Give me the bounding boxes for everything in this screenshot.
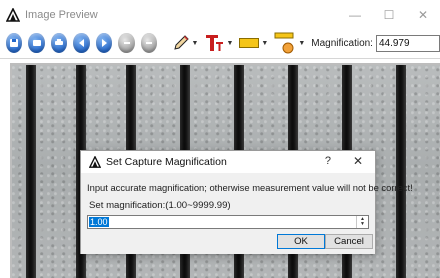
help-button[interactable]: ? [325,155,331,167]
dialog-title: Set Capture Magnification [106,156,227,168]
window-title: Image Preview [25,9,98,21]
chevron-down-icon: ▼ [191,39,199,47]
image-stripe [26,65,36,278]
set-magnification-dialog: Set Capture Magnification ? ✕ Input accu… [80,150,413,254]
spin-arrows[interactable]: ▲ ▼ [356,216,368,228]
app-logo-icon [6,8,20,22]
color-tool[interactable]: ▼ [239,36,268,50]
magnification-input[interactable] [375,34,440,52]
redo-icon [146,42,153,44]
ok-button[interactable]: OK [277,234,325,249]
cancel-button[interactable]: Cancel [325,234,373,249]
magnification-spinbox[interactable]: 1.00 ▲ ▼ [87,215,369,229]
chevron-down-icon: ▼ [226,39,234,47]
pencil-tool[interactable]: ▼ [172,34,199,52]
close-window-button[interactable]: ✕ [406,0,440,30]
dialog-close-button[interactable]: ✕ [353,154,363,168]
chevron-down-icon: ▼ [298,39,306,47]
magnification-field-label: Set magnification:(1.00~9999.99) [89,200,231,211]
open-icon [32,40,41,46]
title-bar: Image Preview — ☐ ✕ [0,0,440,30]
chevron-down-icon: ▼ [261,39,269,47]
print-button[interactable] [50,33,68,53]
text-size-icon [206,35,224,51]
forward-icon [102,39,108,47]
pencil-icon [173,35,189,50]
print-icon [55,39,64,45]
save-button[interactable] [6,33,23,53]
save-icon [10,39,19,47]
open-button[interactable] [28,33,45,53]
measure-tool[interactable]: ▼ [274,32,305,54]
back-button[interactable] [73,33,90,53]
text-tool[interactable]: ▼ [204,33,233,53]
dialog-message: Input accurate magnification; otherwise … [87,182,413,193]
dialog-title-bar: Set Capture Magnification ? ✕ [81,151,375,173]
ruler-icon [274,32,294,54]
image-stripe [396,65,406,278]
toolbar: ▼ ▼ ▼ ▼ Magnification: [0,30,440,56]
redo-button[interactable] [140,33,158,53]
app-logo-icon [89,156,101,168]
minimize-button[interactable]: — [338,0,372,30]
color-swatch-icon [239,38,260,48]
undo-button[interactable] [118,33,135,53]
spin-down-icon[interactable]: ▼ [360,222,365,227]
back-icon [78,39,84,47]
magnification-field-value[interactable]: 1.00 [89,217,109,227]
maximize-button[interactable]: ☐ [372,0,406,30]
dialog-body: Input accurate magnification; otherwise … [81,173,413,254]
undo-icon [123,42,130,44]
magnification-label: Magnification: [311,37,373,49]
forward-button[interactable] [95,33,113,53]
window-controls: — ☐ ✕ [338,0,440,30]
